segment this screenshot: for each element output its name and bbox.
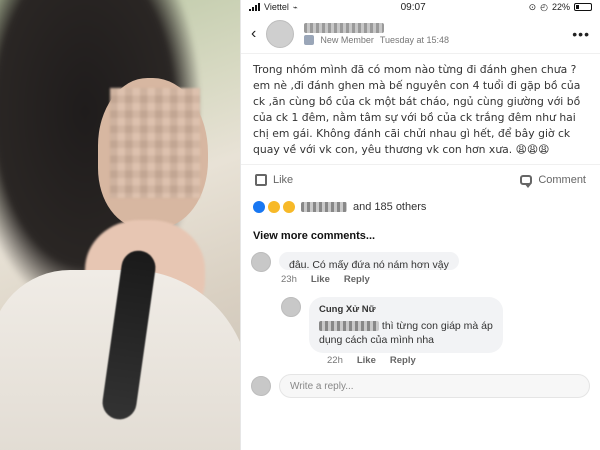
comment-bubble: đâu. Có mấy đứa nó nám hơn vậy — [279, 252, 459, 270]
comment-meta: 22h Like Reply — [241, 353, 600, 366]
post-line: quay về với vk con, yêu thương vk con hơ… — [253, 143, 513, 156]
battery-percent: 22% — [551, 2, 570, 12]
signal-icon — [249, 3, 260, 11]
more-options-icon[interactable]: ••• — [572, 26, 590, 42]
redacted-reactor-name — [301, 202, 347, 212]
post-body: Trong nhóm mình đã có mom nào từng đi đá… — [241, 54, 600, 158]
comment-label: Comment — [538, 173, 586, 186]
comment-like-button[interactable]: Like — [357, 355, 376, 366]
new-member-icon — [304, 34, 315, 45]
comment-bubble: Cung Xử Nữ thì từng con giáp mà áp dụng … — [309, 297, 503, 353]
author-avatar[interactable] — [266, 19, 295, 48]
author-subtitle: New Member Tuesday at 15:48 — [304, 34, 450, 45]
carrier-name: Viettel — [264, 2, 289, 12]
blurred-photo — [0, 0, 240, 450]
redacted-author-name — [304, 22, 385, 33]
commenter-avatar[interactable] — [251, 252, 271, 272]
comment-body: thì từng con giáp mà áp dụng cách của mì… — [319, 319, 493, 347]
status-left: Viettel ⌁ — [249, 2, 298, 12]
comment-meta: 23h Like Reply — [241, 272, 600, 285]
lock-icon: ⊙ — [528, 1, 537, 12]
post-line: em nè ,đi đánh ghen mà bế nguyên con 4 t… — [253, 79, 581, 92]
post-line: chị em gái. Không đánh cãi chửi nhau gì … — [253, 127, 571, 140]
redacted-mention — [319, 321, 379, 332]
battery-icon — [573, 3, 592, 11]
comment-reply-button[interactable]: Reply — [390, 355, 416, 366]
comment-item-reply: Cung Xử Nữ thì từng con giáp mà áp dụng … — [241, 293, 600, 353]
comment-like-button[interactable]: Like — [311, 274, 330, 285]
comment-button[interactable]: Comment — [520, 173, 586, 188]
reaction-count-text: and 185 others — [353, 201, 427, 213]
comment-text-line1: thì từng con giáp mà áp — [381, 320, 493, 332]
comment-reply-button[interactable]: Reply — [344, 274, 370, 285]
like-reaction-icon — [253, 201, 265, 213]
post-line-last: quay về với vk con, yêu thương vk con hơ… — [253, 142, 588, 158]
like-label: Like — [273, 173, 294, 186]
wow-reaction-icon — [283, 201, 295, 213]
reply-input[interactable]: Write a reply... — [279, 374, 590, 398]
comment-time: 22h — [327, 355, 343, 366]
post-actions: Like Comment — [241, 164, 600, 194]
reaction-summary[interactable]: and 185 others — [241, 194, 600, 220]
my-avatar — [251, 376, 271, 396]
post-line: của ck 1 đêm, nằm tâm sự với bồ của ck t… — [253, 111, 576, 124]
post-line: Trong nhóm mình đã có mom nào từng đi đá… — [253, 63, 577, 76]
status-time: 09:07 — [400, 1, 426, 13]
reply-composer: Write a reply... — [241, 366, 600, 406]
post-line: ck ,ăn cùng bồ của ck một bát cháo, ngủ … — [253, 95, 581, 108]
comment-text: đâu. Có mấy đứa nó nám hơn vậy — [289, 259, 449, 270]
post-header: ‹ New Member Tuesday at 15:48 ••• — [241, 14, 600, 54]
wifi-icon: ⌁ — [292, 2, 298, 12]
comment-author[interactable]: Cung Xử Nữ — [319, 303, 493, 317]
comment-time: 23h — [281, 274, 297, 285]
author-meta: New Member Tuesday at 15:48 — [304, 22, 450, 45]
new-member-label: New Member — [320, 34, 374, 45]
comment-item: đâu. Có mấy đứa nó nám hơn vậy — [241, 248, 600, 272]
comment-icon — [520, 174, 533, 188]
post-emoji: 😩😩😩 — [515, 143, 550, 156]
facebook-post-screenshot: Viettel ⌁ 09:07 ⊙ ◴ 22% ‹ New Member Tue… — [240, 0, 600, 450]
alarm-icon: ◴ — [540, 1, 548, 12]
back-icon[interactable]: ‹ — [251, 25, 256, 43]
view-more-comments-link[interactable]: View more comments... — [241, 220, 600, 248]
status-right: ⊙ ◴ 22% — [529, 2, 592, 13]
thumbs-up-icon — [255, 173, 267, 186]
post-timestamp: Tuesday at 15:48 — [379, 34, 450, 45]
commenter-avatar[interactable] — [281, 297, 301, 317]
like-button[interactable]: Like — [255, 173, 294, 186]
haha-reaction-icon — [268, 201, 280, 213]
status-bar: Viettel ⌁ 09:07 ⊙ ◴ 22% — [241, 0, 600, 14]
comment-text-line2: dụng cách của mình nha — [319, 334, 434, 346]
pixelated-face-area — [110, 88, 200, 198]
